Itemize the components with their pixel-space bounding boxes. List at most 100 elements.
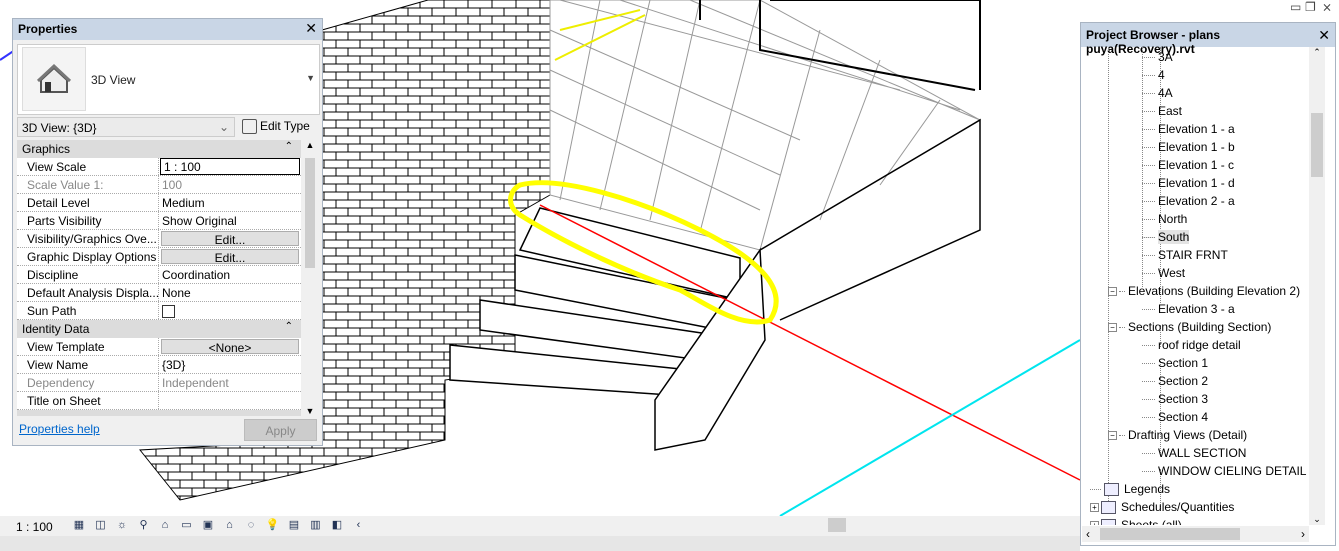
group-header-extents[interactable]	[17, 410, 301, 416]
tree-item[interactable]: North	[1142, 210, 1187, 228]
expand-node-icon[interactable]: +	[1090, 503, 1099, 513]
apply-button[interactable]: Apply	[244, 419, 317, 441]
property-value[interactable]: Medium	[162, 196, 205, 210]
browser-vertical-scrollbar[interactable]: ⌃ ⌄	[1309, 47, 1325, 525]
tree-item[interactable]: 4	[1142, 66, 1165, 84]
group-header-identity-data[interactable]: Identity Data ⌃	[17, 320, 301, 338]
scroll-thumb-horizontal[interactable]	[1100, 528, 1240, 540]
property-value-cell[interactable]	[159, 302, 301, 319]
property-button[interactable]: Edit...	[161, 231, 299, 247]
tree-item[interactable]: − Drafting Views (Detail)	[1108, 426, 1247, 444]
temporary-view-properties-icon[interactable]: ▤	[287, 519, 301, 532]
property-value-cell[interactable]: Edit...	[159, 230, 301, 247]
scroll-right-icon[interactable]: ›	[1301, 527, 1305, 541]
collapse-icon[interactable]: ‹	[352, 519, 366, 532]
close-window-icon[interactable]: ⨯	[1322, 0, 1332, 14]
type-selector[interactable]: 3D View ▼	[17, 44, 320, 115]
property-value-cell[interactable]: Edit...	[159, 248, 301, 265]
tree-item[interactable]: 3A	[1142, 48, 1173, 66]
tree-item[interactable]: Section 2	[1142, 372, 1208, 390]
scroll-down-icon[interactable]: ▼	[302, 406, 318, 416]
view-scale-input[interactable]: 1 : 100	[160, 158, 300, 175]
reveal-hidden-icon[interactable]: 💡	[266, 519, 280, 532]
tree-item[interactable]: South	[1142, 228, 1190, 246]
scroll-up-icon[interactable]: ▲	[302, 140, 318, 150]
restore-icon[interactable]: ❐	[1305, 0, 1316, 14]
tree-item[interactable]: Elevation 2 - a	[1142, 192, 1235, 210]
tree-item[interactable]: Elevation 3 - a	[1142, 300, 1235, 318]
tree-item[interactable]: WALL SECTION	[1142, 444, 1246, 462]
sun-path-checkbox[interactable]	[162, 305, 175, 318]
temporary-hide-icon[interactable]: ◌	[244, 519, 258, 532]
collapse-node-icon[interactable]: −	[1108, 431, 1117, 441]
instance-selector[interactable]: 3D View: {3D} ⌄	[17, 117, 235, 137]
tree-item[interactable]: Elevation 1 - b	[1142, 138, 1235, 156]
show-crop-icon[interactable]: ▣	[201, 519, 215, 532]
browser-horizontal-scrollbar[interactable]: ‹ ›	[1082, 526, 1309, 542]
property-label: Graphic Display Options	[17, 248, 159, 265]
scroll-down-icon[interactable]: ⌄	[1309, 514, 1325, 525]
property-value-cell[interactable]: None	[159, 284, 301, 301]
properties-help-link[interactable]: Properties help	[19, 422, 100, 436]
property-value-cell[interactable]: <None>	[159, 338, 301, 355]
tree-item[interactable]: WINDOW CIELING DETAIL	[1142, 462, 1306, 480]
edit-type-label: Edit Type	[260, 119, 310, 133]
property-value[interactable]: Show Original	[162, 214, 237, 228]
unlocked-3d-view-icon[interactable]: ⌂	[223, 519, 237, 532]
scroll-up-icon[interactable]: ⌃	[1309, 47, 1325, 58]
collapse-node-icon[interactable]: −	[1108, 323, 1117, 333]
scroll-thumb[interactable]	[1311, 113, 1323, 177]
property-value-cell[interactable]: Show Original	[159, 212, 301, 229]
property-value[interactable]: Coordination	[162, 268, 230, 282]
collapse-icon[interactable]: ⌃	[285, 141, 293, 152]
visual-style-icon[interactable]: ◫	[94, 519, 108, 532]
tree-item[interactable]: Section 1	[1142, 354, 1208, 372]
property-value-cell[interactable]	[159, 392, 301, 409]
collapse-icon[interactable]: ⌃	[285, 321, 293, 332]
tree-item[interactable]: + Sheets (all)	[1090, 516, 1182, 525]
property-value-cell[interactable]: Medium	[159, 194, 301, 211]
tree-item[interactable]: Section 3	[1142, 390, 1208, 408]
tree-item[interactable]: 4A	[1142, 84, 1173, 102]
tree-item[interactable]: STAIR FRNT	[1142, 246, 1228, 264]
tree-item[interactable]: − Elevations (Building Elevation 2)	[1108, 282, 1300, 300]
crop-view-icon[interactable]: ▭	[180, 519, 194, 532]
group-header-graphics[interactable]: Graphics ⌃	[17, 140, 301, 158]
render-icon[interactable]: ⌂	[158, 519, 172, 532]
tree-item[interactable]: Elevation 1 - c	[1142, 156, 1234, 174]
close-icon[interactable]: ✕	[305, 20, 317, 37]
dropdown-arrow-icon[interactable]: ▼	[306, 73, 315, 83]
tree-item[interactable]: Elevation 1 - d	[1142, 174, 1235, 192]
tree-item[interactable]: East	[1142, 102, 1182, 120]
property-value-cell[interactable]: Coordination	[159, 266, 301, 283]
tree-item[interactable]: Section 4	[1142, 408, 1208, 426]
scroll-left-icon[interactable]: ‹	[1086, 527, 1090, 541]
view-scale[interactable]: 1 : 100	[16, 520, 53, 534]
tree-connector	[1142, 381, 1155, 383]
sun-path-off-icon[interactable]: ☼	[115, 519, 129, 532]
property-button[interactable]: <None>	[161, 339, 299, 355]
shadows-off-icon[interactable]: ⚲	[137, 519, 151, 532]
detail-level-icon[interactable]: ▦	[72, 519, 86, 532]
property-button[interactable]: Edit...	[161, 249, 299, 265]
minimize-icon[interactable]: ▭	[1290, 0, 1301, 14]
expand-node-icon[interactable]: +	[1090, 521, 1099, 525]
tree-item[interactable]: Elevation 1 - a	[1142, 120, 1235, 138]
tree-item[interactable]: − Sections (Building Section)	[1108, 318, 1271, 336]
tree-item[interactable]: + Schedules/Quantities	[1090, 498, 1234, 516]
close-icon[interactable]: ✕	[1318, 27, 1330, 44]
properties-scrollbar[interactable]: ▲ ▼	[302, 140, 318, 416]
scroll-thumb[interactable]	[305, 158, 315, 268]
edit-type-button[interactable]: Edit Type	[242, 117, 310, 137]
tree-item[interactable]: West	[1142, 264, 1185, 282]
viewport-scroll-thumb[interactable]	[828, 518, 846, 532]
property-value-cell[interactable]: 1 : 100	[159, 158, 301, 175]
property-value-cell[interactable]: {3D}	[159, 356, 301, 373]
highlight-displacement-icon[interactable]: ◧	[330, 519, 344, 532]
property-value[interactable]: {3D}	[162, 358, 185, 372]
tree-item[interactable]: roof ridge detail	[1142, 336, 1241, 354]
analytical-model-icon[interactable]: ▥	[309, 519, 323, 532]
collapse-node-icon[interactable]: −	[1108, 287, 1117, 297]
property-value[interactable]: None	[162, 286, 191, 300]
tree-item[interactable]: Legends	[1090, 480, 1170, 498]
